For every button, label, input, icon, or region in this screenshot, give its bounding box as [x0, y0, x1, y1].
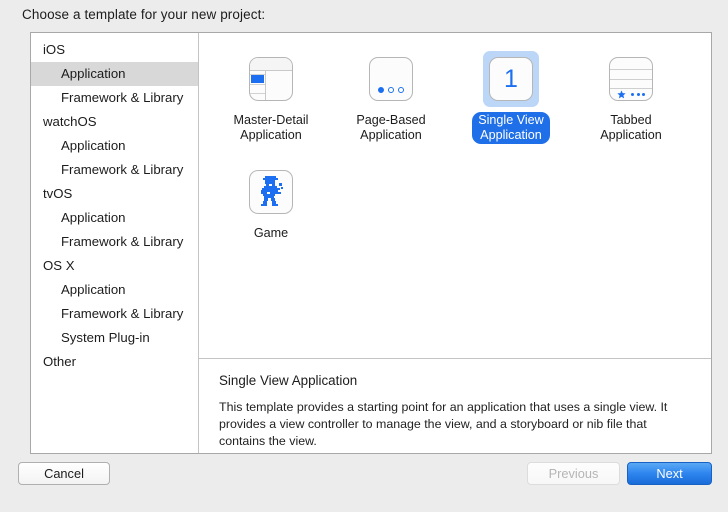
- sidebar-item-ios-framework-library[interactable]: Framework & Library: [31, 86, 198, 110]
- tab-dot: [636, 93, 640, 96]
- template-icon-wrap: [243, 51, 299, 107]
- single-view-icon: 1: [489, 57, 533, 101]
- template-label-line2: Application: [480, 128, 542, 142]
- page-dot: [388, 87, 394, 93]
- master-detail-divider: [265, 71, 266, 100]
- description-title: Single View Application: [219, 373, 358, 388]
- template-icon-wrap: [363, 51, 419, 107]
- master-detail-selected-row: [251, 75, 264, 83]
- template-tile-label: Game: [248, 225, 294, 242]
- template-tile-single-view[interactable]: 1 Single View Application: [451, 45, 571, 144]
- tabbed-content-line: [610, 69, 652, 70]
- sidebar-item-ios[interactable]: iOS: [31, 38, 198, 62]
- sidebar-item-ios-application[interactable]: Application: [31, 62, 198, 86]
- template-grid-row: Master-Detail Application Page-Based App…: [199, 45, 711, 144]
- sidebar-item-watchos-application[interactable]: Application: [31, 134, 198, 158]
- content-frame: iOS Application Framework & Library watc…: [30, 32, 712, 454]
- sidebar-item-label: iOS: [43, 42, 65, 57]
- description-body: This template provides a starting point …: [219, 400, 668, 448]
- sidebar-item-label: Application: [61, 138, 126, 153]
- template-icon-wrap: [603, 51, 659, 107]
- template-label-line1: Page-Based: [356, 113, 426, 127]
- page-dot: [398, 87, 404, 93]
- template-label-line2: Application: [240, 128, 302, 142]
- tab-dot: [631, 93, 635, 96]
- sidebar-item-label: tvOS: [43, 186, 73, 201]
- template-tile-label: Tabbed Application: [594, 112, 668, 144]
- sidebar-item-osx-application[interactable]: Application: [31, 278, 198, 302]
- sidebar-item-tvos[interactable]: tvOS: [31, 182, 198, 206]
- sidebar-item-label: Application: [61, 66, 126, 81]
- master-detail-row-line: [250, 84, 265, 85]
- sidebar-item-label: System Plug-in: [61, 330, 150, 345]
- sidebar-item-osx-framework-library[interactable]: Framework & Library: [31, 302, 198, 326]
- tabbed-icon: [609, 57, 653, 101]
- sidebar-item-label: Other: [43, 354, 76, 369]
- template-tile-page-based[interactable]: Page-Based Application: [331, 45, 451, 144]
- page-title: Choose a template for your new project:: [22, 7, 266, 22]
- template-tile-label: Page-Based Application: [350, 112, 431, 144]
- template-grid: Master-Detail Application Page-Based App…: [199, 33, 711, 358]
- template-label-line2: Application: [600, 128, 662, 142]
- sidebar-item-label: Framework & Library: [61, 234, 184, 249]
- sidebar-item-label: watchOS: [43, 114, 97, 129]
- template-label-line1: Tabbed: [610, 113, 652, 127]
- single-view-number: 1: [504, 64, 518, 93]
- template-tile-tabbed[interactable]: Tabbed Application: [571, 45, 691, 144]
- sprite-character-icon: [261, 176, 283, 206]
- sidebar-item-tvos-application[interactable]: Application: [31, 206, 198, 230]
- sidebar-item-watchos[interactable]: watchOS: [31, 110, 198, 134]
- sidebar-item-osx-system-plugin[interactable]: System Plug-in: [31, 326, 198, 350]
- template-chooser-dialog: Choose a template for your new project: …: [0, 0, 728, 512]
- template-tile-label: Single View Application: [472, 112, 550, 144]
- tabbed-more-dots: [631, 93, 646, 96]
- master-detail-row-line: [250, 93, 265, 94]
- template-description-panel: Single View Application This template pr…: [199, 358, 711, 453]
- sidebar-item-tvos-framework-library[interactable]: Framework & Library: [31, 230, 198, 254]
- previous-button: Previous: [527, 462, 620, 485]
- template-icon-wrap: 1: [483, 51, 539, 107]
- sidebar-item-label: Framework & Library: [61, 306, 184, 321]
- template-tile-game[interactable]: Game: [211, 158, 331, 242]
- template-label-line1: Game: [253, 226, 289, 240]
- dialog-footer: Cancel Previous Next: [0, 454, 728, 512]
- next-button[interactable]: Next: [627, 462, 712, 485]
- sidebar-item-label: OS X: [43, 258, 75, 273]
- page-based-icon: [369, 57, 413, 101]
- tabbed-tab-bar: [610, 88, 652, 100]
- sidebar-item-osx[interactable]: OS X: [31, 254, 198, 278]
- page-indicator-dots: [370, 87, 412, 93]
- tab-dot: [642, 93, 646, 96]
- sidebar-item-label: Framework & Library: [61, 162, 184, 177]
- template-icon-wrap: [243, 164, 299, 220]
- sidebar-item-other[interactable]: Other: [31, 350, 198, 374]
- sidebar-item-label: Application: [61, 282, 126, 297]
- template-grid-row: Game: [199, 158, 711, 242]
- template-tile-master-detail[interactable]: Master-Detail Application: [211, 45, 331, 144]
- master-detail-icon: [249, 57, 293, 101]
- game-sprite-icon: [249, 170, 293, 214]
- template-label-line2: Application: [360, 128, 422, 142]
- template-label-line1: Master-Detail: [233, 113, 309, 127]
- sidebar-item-label: Application: [61, 210, 126, 225]
- sidebar-item-label: Framework & Library: [61, 90, 184, 105]
- page-dot-active: [378, 87, 384, 93]
- template-pane: Master-Detail Application Page-Based App…: [199, 33, 711, 453]
- sidebar-item-watchos-framework-library[interactable]: Framework & Library: [31, 158, 198, 182]
- master-detail-header-bar: [250, 58, 292, 71]
- cancel-button[interactable]: Cancel: [18, 462, 110, 485]
- template-label-line1: Single View: [478, 113, 544, 127]
- template-tile-label: Master-Detail Application: [228, 112, 315, 144]
- tabbed-content-line: [610, 79, 652, 80]
- category-sidebar[interactable]: iOS Application Framework & Library watc…: [31, 33, 199, 453]
- star-icon: [617, 90, 626, 99]
